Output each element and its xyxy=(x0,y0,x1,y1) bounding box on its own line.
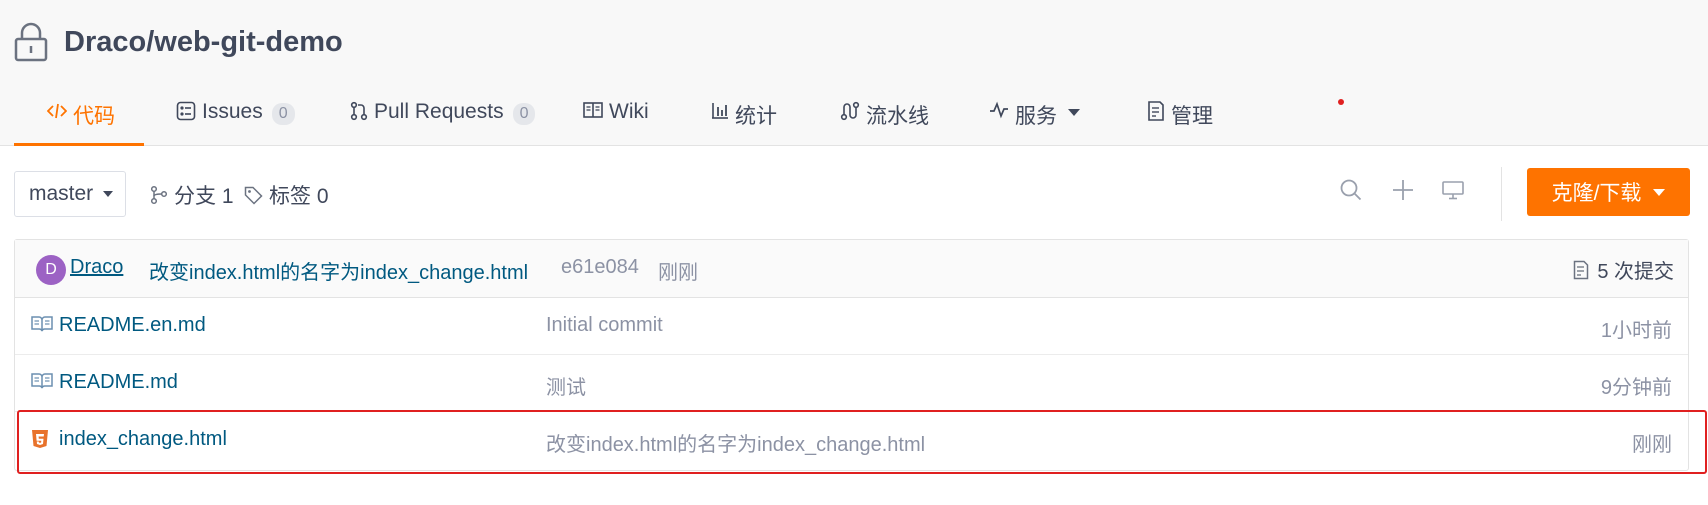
commit-message-link[interactable]: 改变index.html的名字为index_change.html xyxy=(149,256,528,285)
file-list: D Draco 改变index.html的名字为index_change.htm… xyxy=(14,239,1689,471)
notification-dot xyxy=(1338,99,1344,105)
repo-title: Draco/web-git-demo xyxy=(14,22,343,62)
pipeline-icon xyxy=(840,101,860,121)
tab-label: 服务 xyxy=(1015,105,1057,128)
tab-label: 流水线 xyxy=(866,105,929,128)
file-time: 1小时前 xyxy=(1600,320,1672,342)
pulse-icon xyxy=(990,101,1008,119)
file-row[interactable]: index_change.html 改变index.html的名字为index_… xyxy=(15,412,1688,469)
commit-author-link[interactable]: Draco xyxy=(70,256,123,279)
file-time: 刚刚 xyxy=(1632,434,1672,456)
branches-link[interactable]: 分支 1 xyxy=(150,180,234,210)
lock-icon xyxy=(14,22,48,62)
repo-header: Draco/web-git-demo 代码 Issues 0 Pull Requ… xyxy=(0,0,1708,146)
branch-icon xyxy=(150,185,168,205)
pull-request-icon xyxy=(350,101,368,121)
file-commit-message[interactable]: 测试 xyxy=(546,371,586,400)
tab-label: Issues xyxy=(202,100,263,123)
caret-down-icon xyxy=(1653,188,1666,196)
monitor-icon[interactable] xyxy=(1442,179,1464,201)
repo-toolbar: master 分支 1 标签 0 克隆/下载 xyxy=(14,167,1694,221)
repo-name[interactable]: Draco/web-git-demo xyxy=(64,26,343,59)
tab-wiki[interactable]: Wiki xyxy=(583,90,649,146)
bar-chart-icon xyxy=(712,103,728,119)
toolbar-divider xyxy=(1501,167,1502,221)
file-commit-message[interactable]: Initial commit xyxy=(546,314,663,337)
html5-icon xyxy=(32,430,48,448)
commit-count-label: 5 次提交 xyxy=(1597,261,1674,283)
file-commit-message[interactable]: 改变index.html的名字为index_change.html xyxy=(546,428,925,457)
tab-pull-requests[interactable]: Pull Requests 0 xyxy=(350,90,536,146)
commits-doc-icon xyxy=(1574,260,1589,279)
branches-count: 分支 1 xyxy=(174,185,234,208)
tab-label: 管理 xyxy=(1171,105,1213,128)
tab-issues[interactable]: Issues 0 xyxy=(176,90,295,146)
wiki-book-icon xyxy=(583,102,603,118)
issues-count-badge: 0 xyxy=(271,103,295,125)
tab-pipeline[interactable]: 流水线 xyxy=(840,90,929,146)
latest-commit-bar: D Draco 改变index.html的名字为index_change.htm… xyxy=(15,240,1688,298)
settings-doc-icon xyxy=(1148,101,1164,121)
tags-count: 标签 0 xyxy=(269,185,329,208)
commit-count-link[interactable]: 5 次提交 xyxy=(1573,255,1674,284)
issues-icon xyxy=(176,101,196,121)
tab-manage[interactable]: 管理 xyxy=(1147,90,1344,146)
file-time: 9分钟前 xyxy=(1600,377,1672,399)
avatar[interactable]: D xyxy=(36,255,66,285)
tab-code[interactable]: 代码 xyxy=(14,90,144,146)
clone-download-button[interactable]: 克隆/下载 xyxy=(1527,168,1690,216)
clone-download-label: 克隆/下载 xyxy=(1551,182,1642,205)
file-name-link[interactable]: index_change.html xyxy=(59,428,227,451)
tab-label: Pull Requests xyxy=(374,100,504,123)
commit-time: 刚刚 xyxy=(658,262,698,284)
tab-stats[interactable]: 统计 xyxy=(711,90,777,146)
plus-icon[interactable] xyxy=(1392,179,1414,201)
file-row[interactable]: README.md 测试 9分钟前 xyxy=(15,355,1688,412)
readme-book-icon xyxy=(31,373,53,389)
file-row[interactable]: README.en.md Initial commit 1小时前 xyxy=(15,298,1688,355)
file-name-link[interactable]: README.md xyxy=(59,371,178,394)
caret-down-icon xyxy=(103,191,114,197)
code-icon xyxy=(47,103,67,119)
branch-select-value: master xyxy=(29,182,94,205)
commit-sha[interactable]: e61e084 xyxy=(561,256,639,279)
search-icon[interactable] xyxy=(1340,179,1362,201)
file-name-link[interactable]: README.en.md xyxy=(59,314,206,337)
tab-services[interactable]: 服务 xyxy=(989,90,1080,146)
tab-label: Wiki xyxy=(609,100,649,123)
readme-book-icon xyxy=(31,316,53,332)
tags-link[interactable]: 标签 0 xyxy=(244,180,329,210)
chevron-down-icon xyxy=(1068,109,1080,116)
tab-label: 统计 xyxy=(735,105,777,128)
tab-label: 代码 xyxy=(73,105,115,128)
branch-select[interactable]: master xyxy=(14,171,126,217)
pull-requests-count-badge: 0 xyxy=(512,103,536,125)
tag-icon xyxy=(244,186,263,205)
